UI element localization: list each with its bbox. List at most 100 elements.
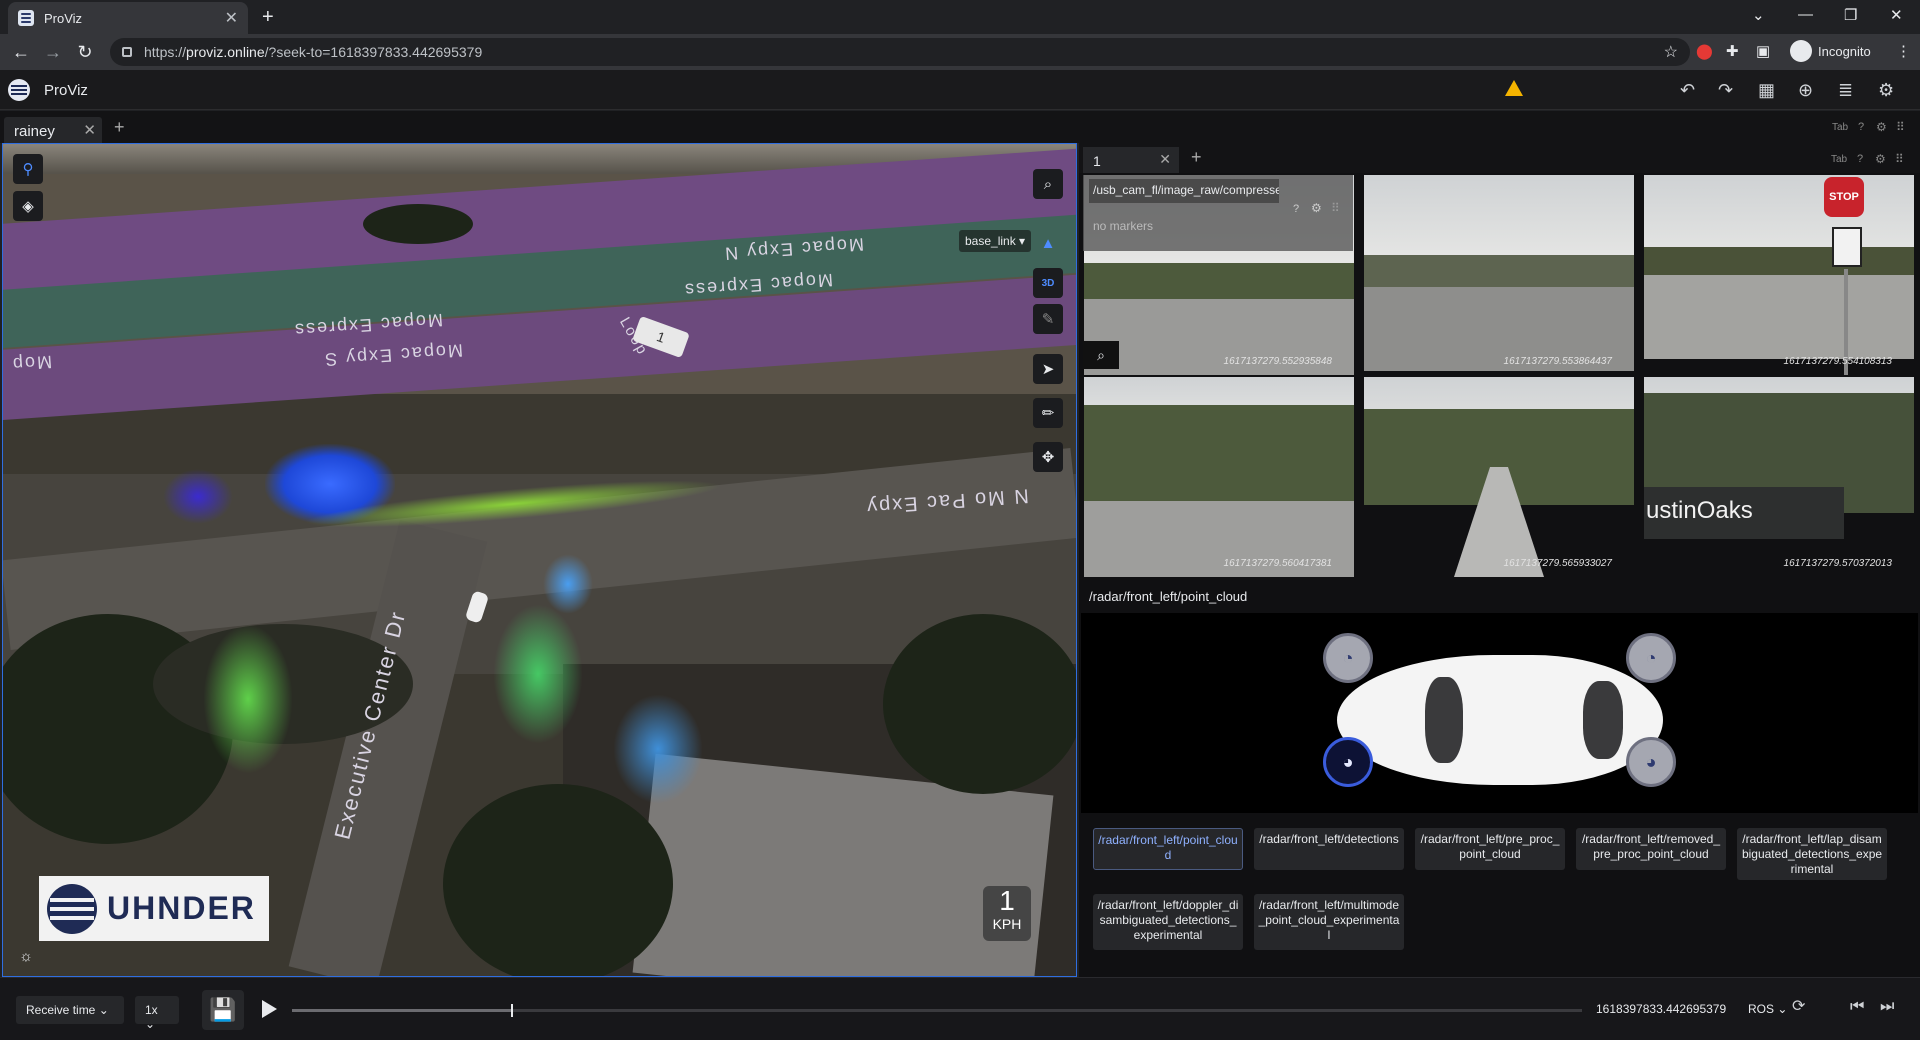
address-bar[interactable]: https://proviz.online/?seek-to=161839783… bbox=[110, 38, 1690, 66]
select-cursor-icon[interactable]: ➤ bbox=[1033, 354, 1063, 384]
incognito-label: Incognito bbox=[1818, 43, 1871, 59]
tree-shadow bbox=[363, 204, 473, 244]
tree-cluster bbox=[443, 784, 673, 976]
forward-button[interactable]: → bbox=[42, 42, 64, 63]
help-icon[interactable]: ? bbox=[1857, 153, 1863, 165]
camera-image[interactable]: 1617137279.553864437 bbox=[1364, 175, 1634, 375]
drag-handle-icon[interactable]: ⠿ bbox=[1331, 201, 1340, 215]
loop-icon[interactable]: ⟳ bbox=[1792, 996, 1805, 1016]
building-sign: ustinOaks bbox=[1646, 497, 1753, 524]
minimize-button[interactable]: — bbox=[1798, 6, 1813, 23]
workspace-tabbar: rainey ✕ + Tab ? ⚙ ⠿ bbox=[0, 111, 1920, 143]
brightness-icon[interactable]: ☼ bbox=[11, 941, 41, 971]
panel-tab[interactable]: 1 ✕ bbox=[1083, 147, 1179, 173]
close-tab-icon[interactable]: ✕ bbox=[225, 8, 238, 28]
skip-back-icon[interactable]: ⏮ bbox=[1850, 998, 1864, 1016]
warning-icon[interactable] bbox=[1505, 80, 1523, 96]
settings-gear-icon[interactable]: ⚙ bbox=[1878, 80, 1894, 101]
follow-mode-icon[interactable]: ▲ bbox=[1033, 228, 1063, 258]
speed-value: 1 bbox=[999, 885, 1015, 916]
close-workspace-tab-icon[interactable]: ✕ bbox=[83, 121, 96, 139]
tab-search-icon[interactable]: ⌄ bbox=[1752, 6, 1765, 24]
add-panel-tab-button[interactable]: + bbox=[1191, 147, 1202, 168]
timeline-scrubber[interactable] bbox=[292, 1004, 1582, 1017]
extensions-puzzle-icon[interactable]: ✚ bbox=[1726, 42, 1739, 60]
playback-speed-label: 1x bbox=[145, 1003, 158, 1017]
time-mode-select[interactable]: Receive time ⌄ bbox=[16, 996, 124, 1024]
speed-indicator: 1 KPH bbox=[983, 886, 1031, 941]
speed-unit: KPH bbox=[992, 916, 1022, 932]
back-button[interactable]: ← bbox=[10, 42, 32, 63]
help-icon[interactable]: ? bbox=[1293, 203, 1299, 215]
incognito-indicator[interactable]: Incognito bbox=[1790, 40, 1871, 62]
workspace-tab[interactable]: rainey ✕ bbox=[4, 117, 102, 143]
timeline-progress bbox=[292, 1009, 512, 1012]
reload-button[interactable]: ↻ bbox=[74, 42, 96, 63]
draw-pencil-icon[interactable]: ✏ bbox=[1033, 398, 1063, 428]
tab-meta-label: Tab bbox=[1831, 154, 1848, 165]
drag-handle-icon[interactable]: ⠿ bbox=[1895, 152, 1904, 166]
road-label: Mop bbox=[10, 351, 53, 375]
browser-tab[interactable]: ProViz ✕ bbox=[8, 2, 248, 34]
side-panel-icon[interactable]: ▣ bbox=[1756, 42, 1770, 60]
camera-settings-icon[interactable]: ⚙ bbox=[1311, 201, 1322, 215]
camera-image[interactable]: 1617137279.565933027 bbox=[1364, 377, 1634, 577]
playback-speed-select[interactable]: 1x ⌄ bbox=[135, 996, 179, 1031]
search-icon[interactable]: ⌕ bbox=[1033, 169, 1063, 199]
radar-topic-button[interactable]: /radar/front_left/doppler_disambiguated_… bbox=[1093, 894, 1243, 950]
map-pin-icon[interactable]: ⚲ bbox=[13, 154, 43, 184]
new-tab-button[interactable]: + bbox=[262, 6, 274, 29]
source-select[interactable]: ROS ⌄ bbox=[1748, 1002, 1787, 1016]
radar-topic-button[interactable]: /radar/front_left/pre_proc_point_cloud bbox=[1415, 828, 1565, 870]
restore-button[interactable]: ❐ bbox=[1844, 6, 1857, 24]
current-timestamp: 1618397833.442695379 bbox=[1596, 1002, 1727, 1016]
save-floppy-icon[interactable]: 💾 bbox=[202, 990, 244, 1030]
radar-sensor-front-right-icon[interactable]: ◕ bbox=[1626, 737, 1676, 787]
play-icon[interactable] bbox=[262, 1000, 277, 1018]
radar-topic-button[interactable]: /radar/front_left/multimode_point_cloud_… bbox=[1254, 894, 1404, 950]
radar-sensor-front-left-icon[interactable]: ◔ bbox=[1626, 633, 1676, 683]
camera-timestamp: 1617137279.565933027 bbox=[1503, 558, 1612, 569]
close-panel-tab-icon[interactable]: ✕ bbox=[1159, 151, 1171, 168]
point-cloud bbox=[203, 624, 293, 774]
url-prefix: https:// bbox=[144, 44, 187, 60]
pan-move-icon[interactable]: ✥ bbox=[1033, 442, 1063, 472]
tab-meta-label: Tab bbox=[1832, 122, 1849, 133]
radar-topic-button[interactable]: /radar/front_left/detections bbox=[1254, 828, 1404, 870]
radar-topic-button[interactable]: /radar/front_left/lap_disambiguated_dete… bbox=[1737, 828, 1887, 880]
tab-settings-icon[interactable]: ⚙ bbox=[1876, 120, 1887, 134]
radar-topic-button[interactable]: /radar/front_left/removed_pre_proc_point… bbox=[1576, 828, 1726, 870]
ruler-icon[interactable]: ✎ bbox=[1033, 304, 1063, 334]
skip-forward-icon[interactable]: ⏭ bbox=[1880, 998, 1894, 1016]
timeline-thumb[interactable] bbox=[511, 1004, 514, 1017]
drag-handle-icon[interactable]: ⠿ bbox=[1896, 120, 1905, 134]
browser-tabstrip: ProViz ✕ + ⌄ — ❐ ✕ bbox=[0, 0, 1920, 34]
layout-icon[interactable]: ▦ bbox=[1758, 80, 1775, 101]
redo-icon[interactable]: ↷ bbox=[1718, 80, 1733, 101]
radar-sensor-rear-left-icon[interactable]: ◔ bbox=[1323, 633, 1373, 683]
add-panel-icon[interactable]: ⊕ bbox=[1798, 80, 1813, 101]
camera-image[interactable]: 1617137279.560417381 bbox=[1084, 377, 1354, 577]
radar-topic-button[interactable]: /radar/front_left/point_cloud bbox=[1093, 828, 1243, 870]
point-cloud bbox=[613, 694, 703, 804]
add-workspace-tab-button[interactable]: + bbox=[114, 117, 125, 138]
3d-map-panel[interactable]: Mopac Expy N Mopac Express Mopac Express… bbox=[2, 143, 1077, 977]
camera-image[interactable]: ustinOaks 1617137279.570372013 bbox=[1644, 377, 1914, 577]
browser-menu-icon[interactable]: ⋮ bbox=[1896, 42, 1911, 60]
help-icon[interactable]: ? bbox=[1858, 121, 1864, 133]
camera-topic-select[interactable]: /usb_cam_fl/image_raw/compressed bbox=[1089, 179, 1279, 203]
layers-icon[interactable]: ◈ bbox=[13, 191, 43, 221]
camera-image[interactable]: STOP 1617137279.554108313 bbox=[1644, 175, 1914, 375]
radar-sensor-active-icon[interactable]: ◕ bbox=[1323, 737, 1373, 787]
bookmark-star-icon[interactable]: ☆ bbox=[1664, 42, 1678, 62]
undo-icon[interactable]: ↶ bbox=[1680, 80, 1695, 101]
extension-shield-icon[interactable]: ⬤ bbox=[1696, 42, 1713, 60]
frame-selector[interactable]: base_link ▾ bbox=[959, 230, 1032, 252]
panel-settings-icon[interactable]: ⚙ bbox=[1875, 152, 1886, 166]
camera-timestamp: 1617137279.552935848 bbox=[1223, 356, 1332, 367]
vehicle-topdown bbox=[1337, 655, 1663, 785]
data-source-icon[interactable]: ≣ bbox=[1838, 80, 1853, 101]
close-window-button[interactable]: ✕ bbox=[1890, 6, 1903, 24]
view-mode-toggle[interactable]: 3D bbox=[1033, 268, 1063, 298]
camera-zoom-search-icon[interactable]: ⌕ bbox=[1083, 341, 1119, 369]
